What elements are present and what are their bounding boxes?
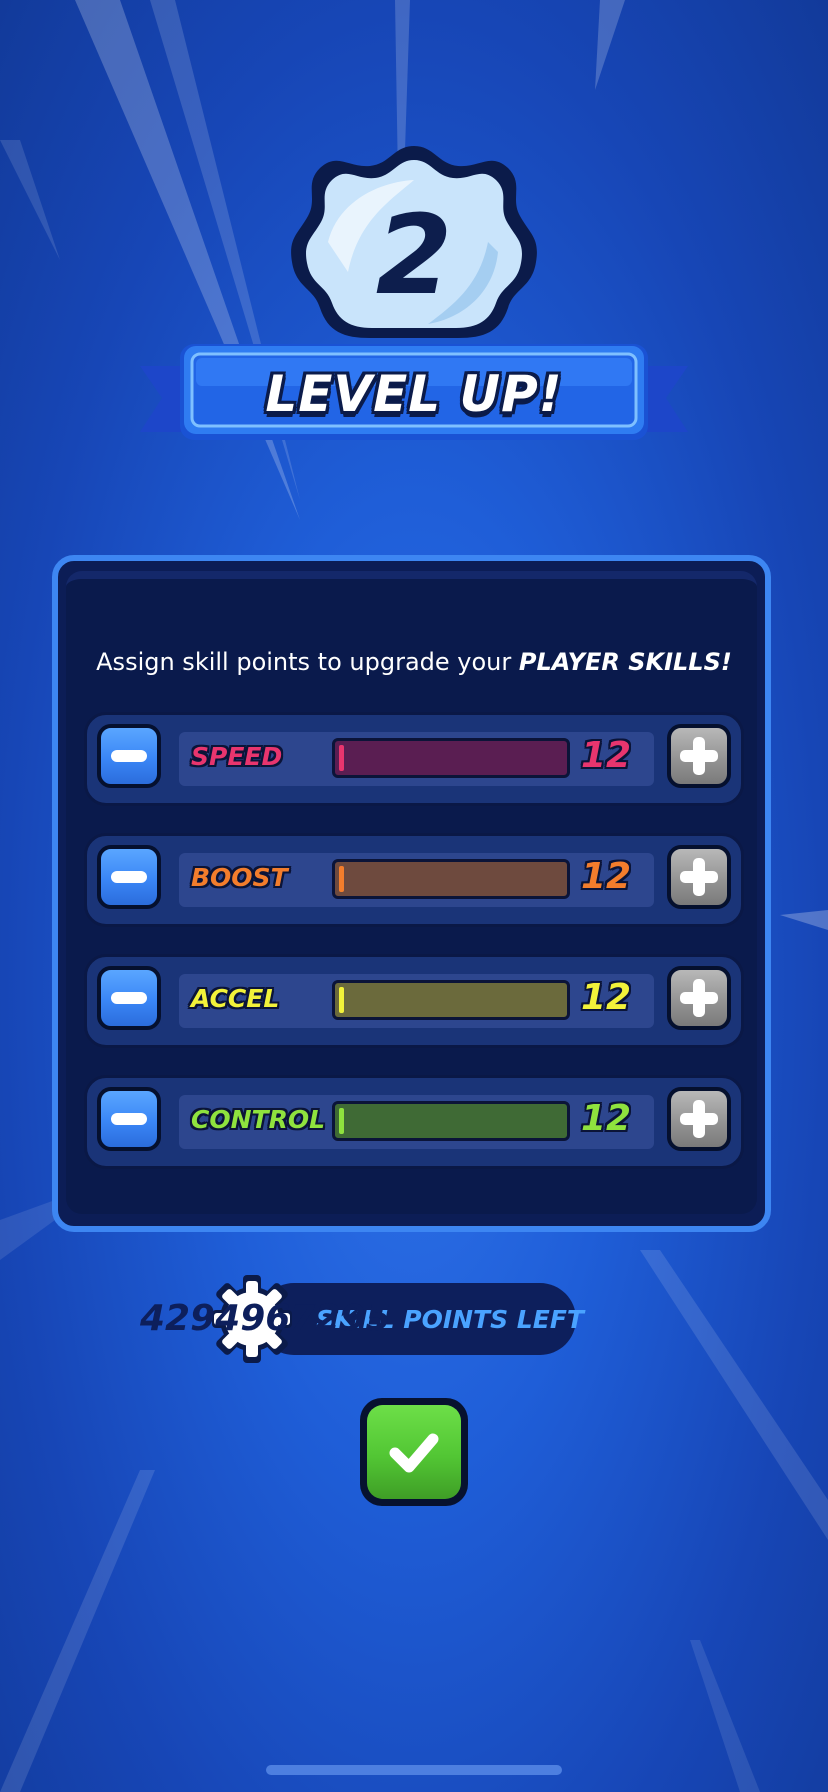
control-increase-button[interactable]: [667, 1087, 731, 1151]
instructions-emphasis: PLAYER SKILLS!: [518, 648, 732, 676]
boost-decrease-button[interactable]: [97, 845, 161, 909]
confirm-button[interactable]: [360, 1398, 468, 1506]
skill-value: 12: [581, 977, 632, 1018]
skill-bar: [332, 980, 570, 1020]
skill-value: 12: [581, 1098, 632, 1139]
home-indicator[interactable]: [266, 1765, 562, 1775]
skill-value: 12: [581, 856, 632, 897]
skill-label: BOOST: [191, 863, 288, 892]
skill-bar-fill: [339, 987, 344, 1013]
plus-icon: [680, 979, 718, 1017]
skill-bar-fill: [339, 866, 344, 892]
skill-bar: [332, 1101, 570, 1141]
minus-icon: [111, 992, 147, 1004]
confirm-button-face: [367, 1405, 461, 1499]
plus-icon: [680, 1100, 718, 1138]
skill-row-accel: ACCEL 12: [84, 954, 744, 1048]
skill-points-value: 4294967295: [140, 1298, 391, 1339]
minus-icon: [111, 1113, 147, 1125]
skill-label: SPEED: [191, 742, 283, 771]
skill-row-control: CONTROL 12: [84, 1075, 744, 1169]
level-number: 2: [375, 191, 453, 319]
skill-value: 12: [581, 735, 632, 776]
accel-decrease-button[interactable]: [97, 966, 161, 1030]
control-decrease-button[interactable]: [97, 1087, 161, 1151]
plus-icon: [680, 858, 718, 896]
skill-row-boost: BOOST 12: [84, 833, 744, 927]
skill-bar-fill: [339, 745, 344, 771]
minus-icon: [111, 871, 147, 883]
level-up-title: LEVEL UP!: [265, 365, 563, 423]
skill-bar-fill: [339, 1108, 344, 1134]
boost-increase-button[interactable]: [667, 845, 731, 909]
skill-bar: [332, 859, 570, 899]
speed-increase-button[interactable]: [667, 724, 731, 788]
accel-increase-button[interactable]: [667, 966, 731, 1030]
skill-label: ACCEL: [191, 984, 280, 1013]
skill-bar: [332, 738, 570, 778]
minus-icon: [111, 750, 147, 762]
checkmark-icon: [389, 1433, 439, 1473]
skill-label: CONTROL: [191, 1105, 326, 1134]
speed-decrease-button[interactable]: [97, 724, 161, 788]
instructions-text: Assign skill points to upgrade your PLAY…: [0, 648, 828, 676]
skill-row-speed: SPEED 12: [84, 712, 744, 806]
instructions-prefix: Assign skill points to upgrade your: [96, 648, 519, 676]
plus-icon: [680, 737, 718, 775]
